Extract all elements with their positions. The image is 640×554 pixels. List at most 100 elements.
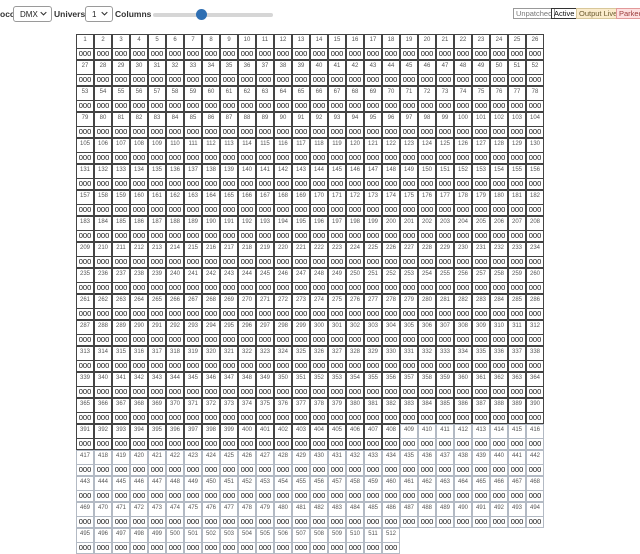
channel-cell[interactable]: 499 000 [148,528,166,554]
channel-cell[interactable]: 168 000 [274,190,292,216]
channel-cell[interactable]: 424 000 [202,450,220,476]
channel-cell[interactable]: 417 000 [76,450,94,476]
channel-cell[interactable]: 298 000 [274,320,292,346]
channel-cell[interactable]: 293 000 [184,320,202,346]
channel-cell[interactable]: 151 000 [436,164,454,190]
channel-cell[interactable]: 490 000 [454,502,472,528]
channel-cell[interactable]: 66 000 [310,86,328,112]
channel-cell[interactable]: 504 000 [238,528,256,554]
channel-cell[interactable]: 300 000 [310,320,328,346]
channel-cell[interactable]: 358 000 [418,372,436,398]
channel-cell[interactable]: 488 000 [418,502,436,528]
channel-cell[interactable]: 340 000 [94,372,112,398]
channel-cell[interactable]: 463 000 [436,476,454,502]
channel-cell[interactable]: 351 000 [292,372,310,398]
channel-cell[interactable]: 164 000 [202,190,220,216]
channel-cell[interactable]: 385 000 [436,398,454,424]
channel-cell[interactable]: 221 000 [292,242,310,268]
channel-cell[interactable]: 325 000 [292,346,310,372]
channel-cell[interactable]: 400 000 [238,424,256,450]
channel-cell[interactable]: 259 000 [508,268,526,294]
channel-cell[interactable]: 94 000 [346,112,364,138]
channel-cell[interactable]: 136 000 [166,164,184,190]
channel-cell[interactable]: 226 000 [382,242,400,268]
channel-cell[interactable]: 346 000 [202,372,220,398]
channel-cell[interactable]: 156 000 [526,164,544,190]
channel-cell[interactable]: 34 000 [202,60,220,86]
channel-cell[interactable]: 153 000 [472,164,490,190]
channel-cell[interactable]: 508 000 [310,528,328,554]
channel-cell[interactable]: 512 000 [382,528,400,554]
channel-cell[interactable]: 57 000 [148,86,166,112]
channel-cell[interactable]: 348 000 [238,372,256,398]
channel-cell[interactable]: 78 000 [526,86,544,112]
channel-cell[interactable]: 245 000 [256,268,274,294]
channel-cell[interactable]: 254 000 [418,268,436,294]
channel-cell[interactable]: 172 000 [346,190,364,216]
channel-cell[interactable]: 91 000 [292,112,310,138]
channel-cell[interactable]: 188 000 [166,216,184,242]
channel-cell[interactable]: 376 000 [274,398,292,424]
channel-cell[interactable]: 21 000 [436,34,454,60]
channel-cell[interactable]: 2 000 [94,34,112,60]
channel-cell[interactable]: 246 000 [274,268,292,294]
channel-cell[interactable]: 318 000 [166,346,184,372]
channel-cell[interactable]: 411 000 [436,424,454,450]
channel-cell[interactable]: 18 000 [382,34,400,60]
channel-cell[interactable]: 481 000 [292,502,310,528]
channel-cell[interactable]: 127 000 [472,138,490,164]
channel-cell[interactable]: 195 000 [292,216,310,242]
channel-cell[interactable]: 472 000 [130,502,148,528]
channel-cell[interactable]: 281 000 [436,294,454,320]
channel-cell[interactable]: 425 000 [220,450,238,476]
channel-cell[interactable]: 125 000 [436,138,454,164]
channel-cell[interactable]: 454 000 [274,476,292,502]
channel-cell[interactable]: 76 000 [490,86,508,112]
channel-cell[interactable]: 336 000 [490,346,508,372]
channel-cell[interactable]: 212 000 [130,242,148,268]
channel-cell[interactable]: 242 000 [202,268,220,294]
channel-cell[interactable]: 252 000 [382,268,400,294]
channel-cell[interactable]: 332 000 [418,346,436,372]
channel-cell[interactable]: 474 000 [166,502,184,528]
channel-cell[interactable]: 233 000 [508,242,526,268]
channel-cell[interactable]: 433 000 [364,450,382,476]
channel-cell[interactable]: 133 000 [112,164,130,190]
channel-cell[interactable]: 494 000 [526,502,544,528]
channel-cell[interactable]: 134 000 [130,164,148,190]
channel-cell[interactable]: 89 000 [256,112,274,138]
channel-cell[interactable]: 382 000 [382,398,400,424]
channel-cell[interactable]: 171 000 [328,190,346,216]
channel-cell[interactable]: 175 000 [400,190,418,216]
channel-cell[interactable]: 339 000 [76,372,94,398]
channel-cell[interactable]: 471 000 [112,502,130,528]
channel-cell[interactable]: 284 000 [490,294,508,320]
channel-cell[interactable]: 33 000 [184,60,202,86]
channel-cell[interactable]: 149 000 [400,164,418,190]
channel-cell[interactable]: 416 000 [526,424,544,450]
channel-cell[interactable]: 365 000 [76,398,94,424]
channel-cell[interactable]: 470 000 [94,502,112,528]
channel-cell[interactable]: 84 000 [166,112,184,138]
channel-cell[interactable]: 485 000 [364,502,382,528]
channel-cell[interactable]: 326 000 [310,346,328,372]
channel-cell[interactable]: 473 000 [148,502,166,528]
channel-cell[interactable]: 436 000 [418,450,436,476]
channel-cell[interactable]: 282 000 [454,294,472,320]
channel-cell[interactable]: 305 000 [400,320,418,346]
channel-cell[interactable]: 387 000 [472,398,490,424]
channel-cell[interactable]: 432 000 [346,450,364,476]
channel-cell[interactable]: 119 000 [328,138,346,164]
channel-cell[interactable]: 183 000 [76,216,94,242]
channel-cell[interactable]: 74 000 [454,86,472,112]
channel-cell[interactable]: 396 000 [166,424,184,450]
channel-cell[interactable]: 49 000 [472,60,490,86]
channel-cell[interactable]: 121 000 [364,138,382,164]
channel-cell[interactable]: 29 000 [112,60,130,86]
channel-cell[interactable]: 360 000 [454,372,472,398]
channel-cell[interactable]: 144 000 [310,164,328,190]
channel-cell[interactable]: 48 000 [454,60,472,86]
channel-cell[interactable]: 511 000 [364,528,382,554]
channel-cell[interactable]: 159 000 [112,190,130,216]
channel-cell[interactable]: 220 000 [274,242,292,268]
